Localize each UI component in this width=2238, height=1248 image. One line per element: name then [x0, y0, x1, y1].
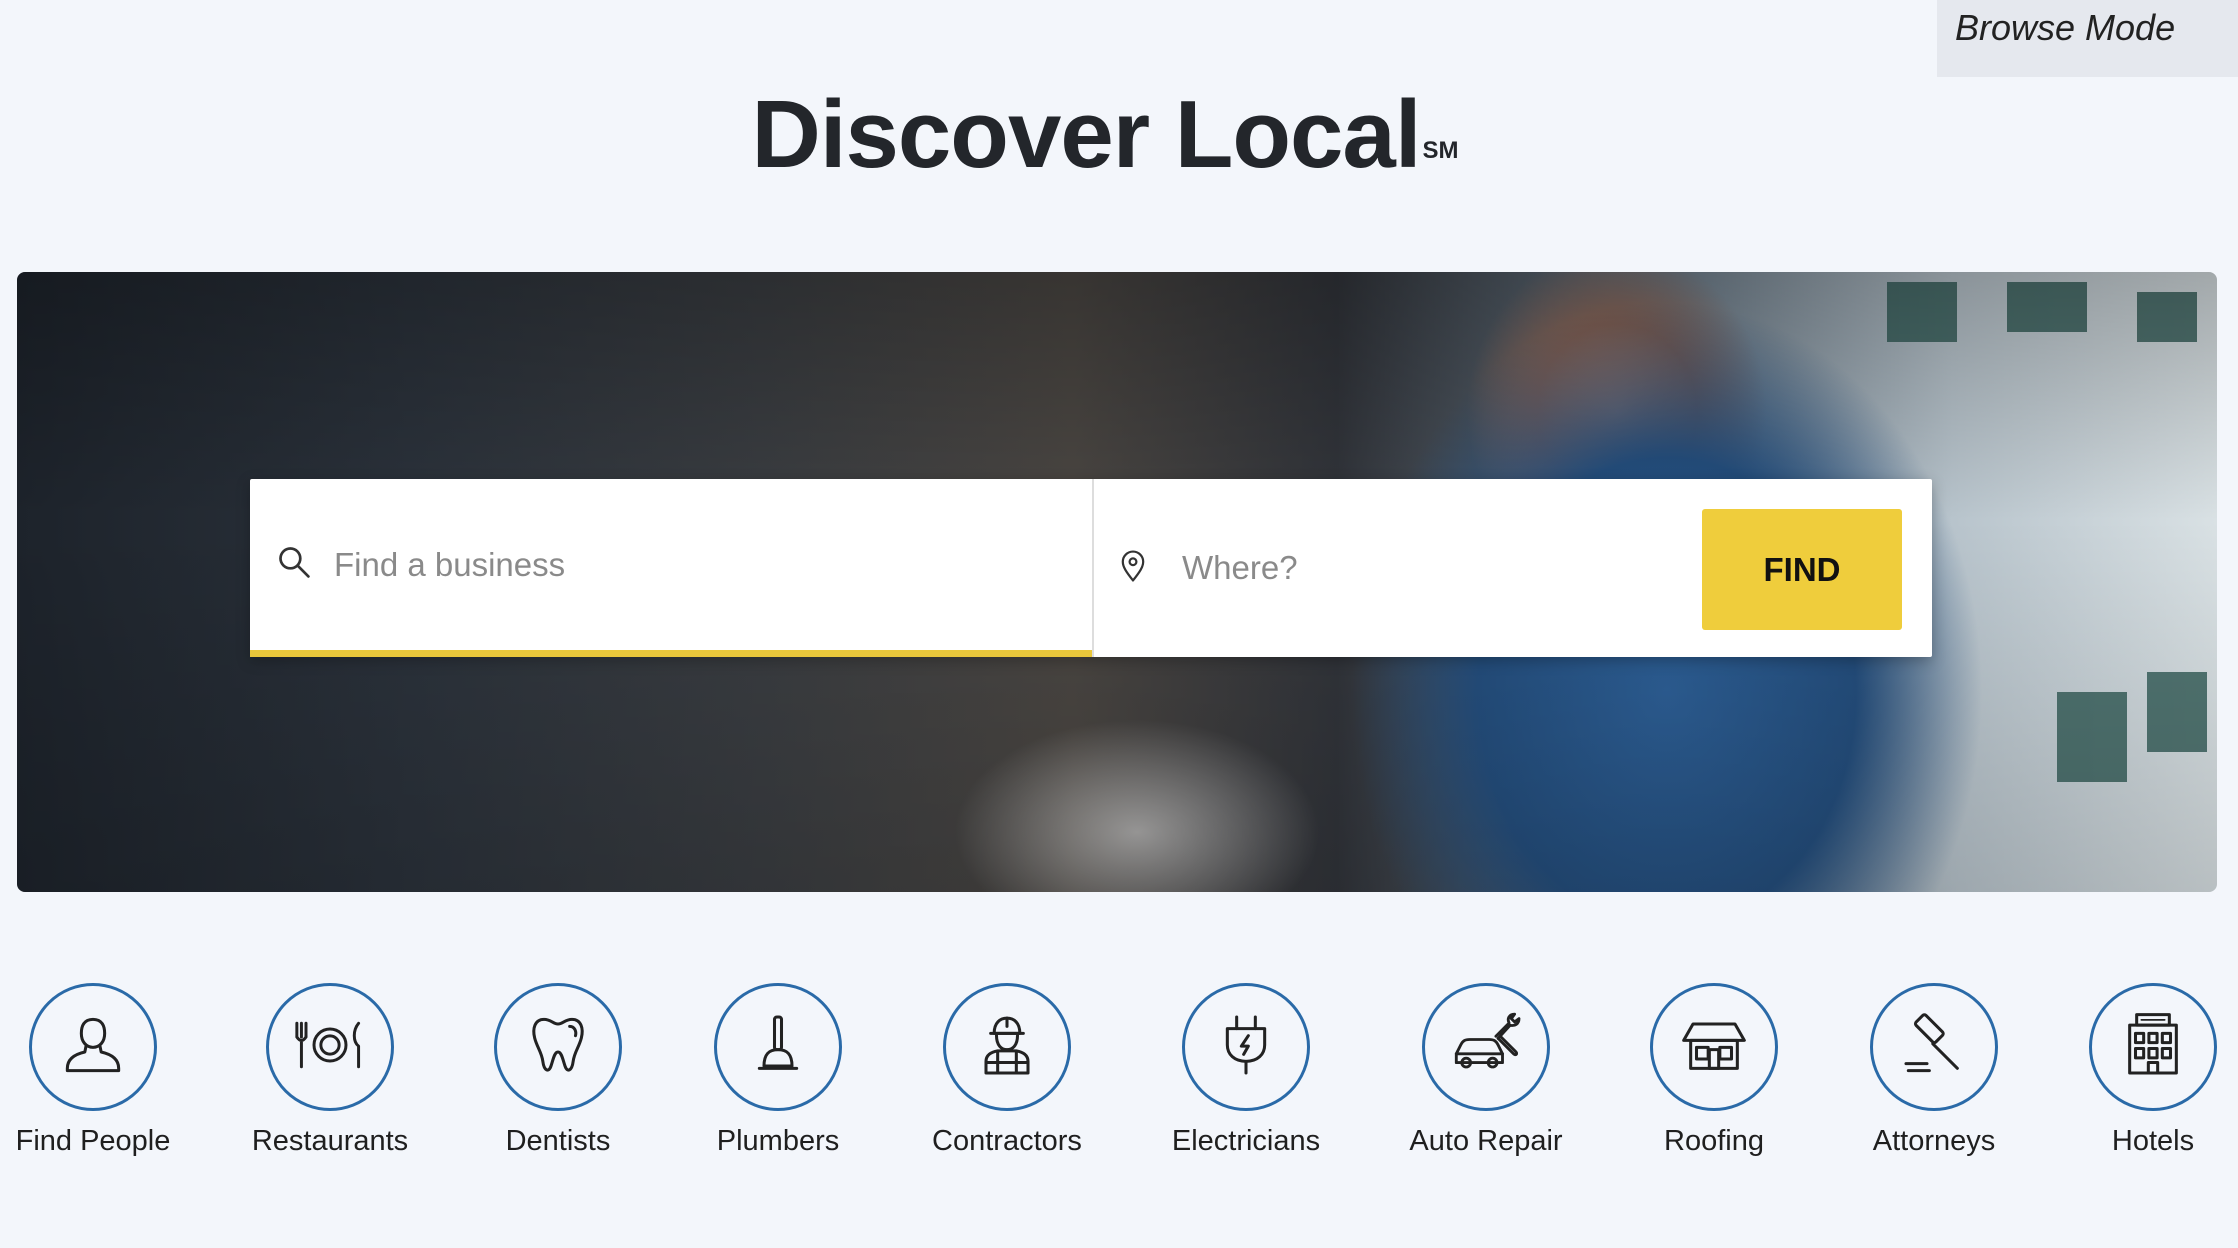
category-restaurants[interactable]: Restaurants — [230, 983, 430, 1158]
plunger-icon — [743, 1010, 813, 1085]
electric-plug-icon — [1211, 1010, 1281, 1085]
hotel-building-icon — [2118, 1010, 2188, 1085]
category-circle[interactable] — [714, 983, 842, 1111]
category-label: Roofing — [1664, 1125, 1764, 1157]
category-attorneys[interactable]: Attorneys — [1834, 983, 2034, 1158]
category-label: Attorneys — [1872, 1125, 1996, 1157]
category-auto-repair[interactable]: Auto Repair — [1386, 983, 1586, 1158]
tooth-icon — [523, 1010, 593, 1085]
service-mark: SM — [1422, 137, 1459, 164]
location-search-field[interactable]: FIND — [1092, 479, 1932, 657]
browse-mode-badge[interactable]: Browse Mode — [1937, 0, 2238, 77]
page-title-text: Discover Local — [751, 81, 1422, 188]
category-electricians[interactable]: Electricians — [1146, 983, 1346, 1158]
browse-mode-label: Browse Mode — [1955, 6, 2176, 48]
category-contractors[interactable]: Contractors — [907, 983, 1107, 1158]
house-roof-icon — [1679, 1010, 1749, 1085]
category-label: Plumbers — [716, 1125, 840, 1157]
plate-utensils-icon — [290, 1015, 370, 1080]
category-circle[interactable] — [494, 983, 622, 1111]
category-label: Contractors — [932, 1125, 1082, 1157]
category-plumbers[interactable]: Plumbers — [678, 983, 878, 1158]
category-hotels[interactable]: Hotels — [2053, 983, 2238, 1158]
category-circle[interactable] — [1650, 983, 1778, 1111]
business-search-input[interactable] — [332, 544, 896, 585]
car-wrench-icon — [1447, 1012, 1525, 1083]
business-search-field[interactable] — [250, 479, 1092, 657]
person-icon — [58, 1010, 128, 1085]
category-circle[interactable] — [266, 983, 394, 1111]
location-pin-icon — [1116, 549, 1150, 588]
category-label: Electricians — [1171, 1125, 1321, 1157]
category-circle[interactable] — [29, 983, 157, 1111]
category-circle[interactable] — [943, 983, 1071, 1111]
page-title: Discover LocalSM — [0, 80, 2210, 190]
category-label: Auto Repair — [1409, 1125, 1563, 1157]
category-list: Find People Restaurants Dentists Plumber… — [0, 983, 2238, 1163]
category-circle[interactable] — [2089, 983, 2217, 1111]
find-button[interactable]: FIND — [1702, 509, 1902, 630]
category-label: Restaurants — [251, 1125, 409, 1157]
search-bar: FIND — [250, 479, 1932, 657]
category-label: Dentists — [505, 1125, 611, 1157]
category-label: Hotels — [2111, 1125, 2195, 1157]
category-find-people[interactable]: Find People — [0, 983, 193, 1158]
gavel-icon — [1899, 1010, 1969, 1085]
category-circle[interactable] — [1182, 983, 1310, 1111]
location-search-input[interactable] — [1180, 548, 1744, 588]
category-label: Find People — [15, 1125, 171, 1157]
category-circle[interactable] — [1422, 983, 1550, 1111]
search-icon — [276, 544, 312, 585]
category-roofing[interactable]: Roofing — [1614, 983, 1814, 1158]
category-dentists[interactable]: Dentists — [458, 983, 658, 1158]
construction-worker-icon — [972, 1010, 1042, 1085]
category-circle[interactable] — [1870, 983, 1998, 1111]
